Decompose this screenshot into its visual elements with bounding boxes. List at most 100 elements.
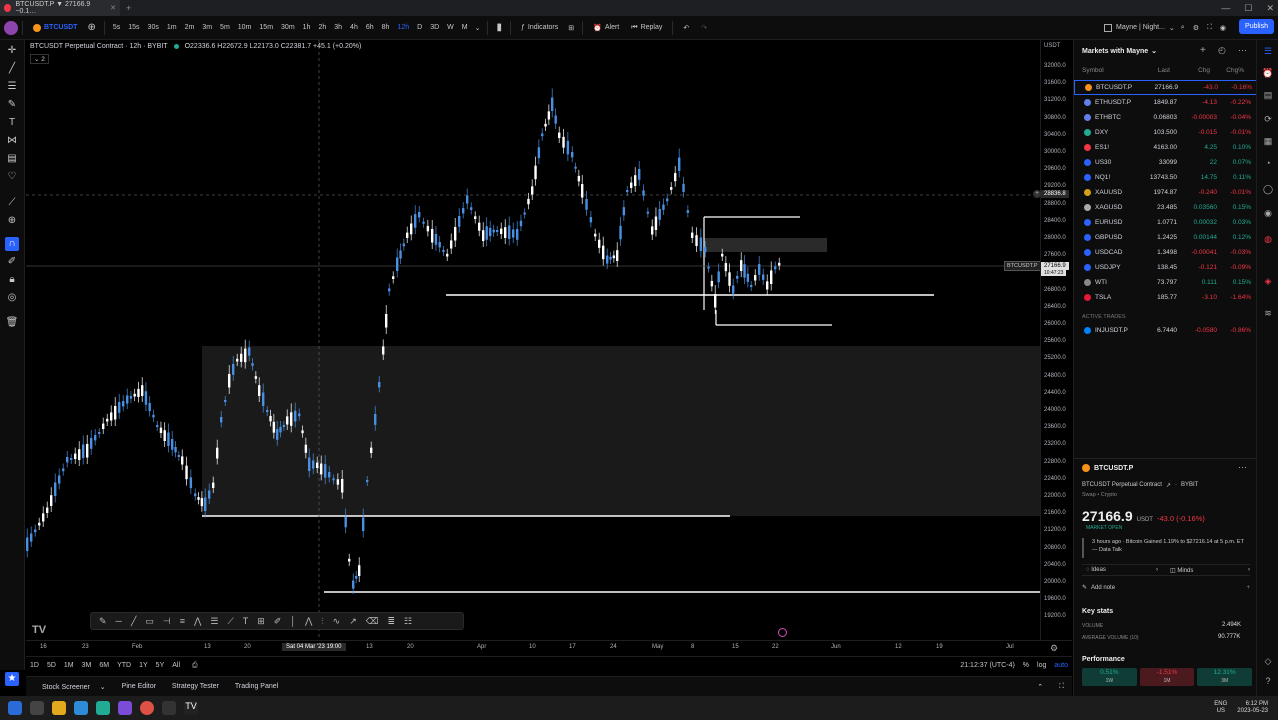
channel-icon[interactable]: ≡: [180, 616, 185, 626]
timeframe-5m[interactable]: 5m: [216, 24, 234, 31]
zoom-icon[interactable]: ⊕: [5, 214, 19, 228]
bars-pattern-icon[interactable]: ⫶: [321, 616, 323, 627]
timeframe-3h[interactable]: 3h: [330, 24, 346, 31]
settings-icon[interactable]: ⚙: [1050, 643, 1058, 654]
watchlist-row[interactable]: USDCAD 1.3498 -0.00041 -0.03%: [1074, 245, 1257, 260]
indicators-toggle[interactable]: ⌄ 2: [30, 54, 49, 64]
maximize-panel-icon[interactable]: ⛶: [1051, 683, 1072, 691]
collapse-panel-icon[interactable]: ⌃: [1029, 683, 1051, 691]
watchlist-row[interactable]: DXY 103.500 -0.015 -0.01%: [1074, 125, 1257, 140]
watchlist-row[interactable]: INJUSDT.P 6.7440 -0.0580 -0.86%: [1074, 323, 1257, 338]
undo-icon[interactable]: ↶: [677, 24, 695, 32]
file-explorer-icon[interactable]: [52, 701, 66, 715]
watchlist-row[interactable]: TSLA 185.77 -3.10 -1.64%: [1074, 290, 1257, 305]
range-5Y[interactable]: 5Y: [152, 662, 169, 669]
alert-button[interactable]: ⏰ Alert: [587, 24, 625, 32]
app-icon[interactable]: [162, 701, 176, 715]
watchlist-row[interactable]: XAGUSD 23.485 0.03560 0.15%: [1074, 200, 1257, 215]
discord-icon[interactable]: [118, 701, 132, 715]
elliott-icon[interactable]: ⋀: [305, 616, 312, 627]
details-more-icon[interactable]: ⋯: [1238, 462, 1247, 473]
timeframe-30m[interactable]: 30m: [277, 24, 299, 31]
timeframe-12h[interactable]: 12h: [393, 24, 413, 31]
text-icon[interactable]: T: [243, 616, 249, 626]
magnet-icon[interactable]: ∩: [5, 237, 19, 251]
crosshair-icon[interactable]: ✛: [5, 44, 19, 58]
range-6M[interactable]: 6M: [95, 662, 113, 669]
publish-button[interactable]: Publish: [1239, 19, 1274, 34]
vertical-line-icon[interactable]: │: [290, 616, 296, 626]
lock-icon[interactable]: 🔒︎: [5, 273, 19, 287]
trash-icon[interactable]: 🗑︎: [5, 316, 19, 330]
watchlist-row[interactable]: GBPUSD 1.2425 0.00144 0.12%: [1074, 230, 1257, 245]
close-window-icon[interactable]: ✕: [1266, 3, 1274, 14]
redo-icon[interactable]: ↷: [695, 24, 713, 32]
timeframe-dropdown-icon[interactable]: ⌄: [472, 24, 484, 32]
clock[interactable]: 21:12:37 (UTC-4): [956, 662, 1018, 669]
pattern-icon[interactable]: ⋈: [5, 134, 19, 148]
more-options-icon[interactable]: ⋯: [1238, 45, 1247, 56]
trendline-icon[interactable]: ╱: [131, 616, 136, 627]
percent-toggle[interactable]: %: [1019, 662, 1033, 669]
add-note-button[interactable]: ✎ Add note +: [1082, 584, 1250, 592]
watchlist-row[interactable]: ETHBTC 0.06803 -0.00003 -0.04%: [1074, 110, 1257, 125]
brush-icon[interactable]: ✎: [99, 616, 107, 627]
watchlist-layout-icon[interactable]: ◴: [1218, 45, 1226, 56]
pen-icon[interactable]: ✐: [274, 616, 282, 627]
watchlist-row[interactable]: NQ1! 13743.50 14.75 0.11%: [1074, 170, 1257, 185]
streams-icon[interactable]: ◈: [1262, 276, 1274, 288]
brush-icon[interactable]: ✎: [5, 98, 19, 112]
eraser-icon[interactable]: ⌫: [366, 616, 379, 627]
ideas-stream-icon[interactable]: ◔: [1262, 158, 1274, 170]
timeframe-15m[interactable]: 15m: [255, 24, 277, 31]
object-tree-icon[interactable]: ≋: [1262, 308, 1274, 320]
camera-icon[interactable]: ◉: [1220, 24, 1226, 32]
watchlist-row[interactable]: US30 33099 22 0.07%: [1074, 155, 1257, 170]
news-item[interactable]: 3 hours ago · Bitcoin Gained 1.19% to $2…: [1082, 538, 1250, 558]
minimize-icon[interactable]: —: [1221, 3, 1230, 13]
tab-pine-editor[interactable]: Pine Editor: [114, 683, 164, 690]
layout-dropdown-icon[interactable]: ⌄: [1169, 24, 1175, 32]
settings-icon[interactable]: ⚙: [1193, 24, 1199, 32]
price-axis-currency[interactable]: USDT: [1044, 43, 1060, 49]
help-icon[interactable]: ?: [1262, 676, 1274, 688]
range-3M[interactable]: 3M: [78, 662, 96, 669]
timeframe-1h[interactable]: 1h: [299, 24, 315, 31]
symbol-search-button[interactable]: BTCUSDT: [27, 23, 83, 32]
broadcast-icon[interactable]: ◍: [1262, 234, 1274, 246]
watchlist-row[interactable]: ES1! 4163.00 4.25 0.10%: [1074, 140, 1257, 155]
replay-button[interactable]: ⏮ Replay: [625, 24, 668, 32]
timeframe-8h[interactable]: 8h: [378, 24, 394, 31]
fib-icon[interactable]: ☰: [210, 616, 218, 627]
hotlist-icon[interactable]: ⟳: [1262, 114, 1274, 126]
search-icon[interactable]: ⌕: [1181, 24, 1185, 32]
range-YTD[interactable]: YTD: [113, 662, 135, 669]
timeframe-M[interactable]: M: [458, 24, 472, 31]
trendline-icon[interactable]: ╱: [5, 62, 19, 76]
new-tab-icon[interactable]: +: [126, 3, 131, 13]
performance-box[interactable]: 12.31% 3M: [1197, 668, 1253, 686]
app-icon[interactable]: [74, 701, 88, 715]
system-clock[interactable]: 6:12 PM 2023-05-23: [1237, 701, 1268, 715]
go-to-date-icon[interactable]: ⎙: [188, 662, 202, 670]
performance-box[interactable]: 0.51% 1W: [1082, 668, 1137, 686]
horizontal-lines-icon[interactable]: ☰: [5, 80, 19, 94]
ruler-icon[interactable]: ⟋: [5, 196, 19, 210]
notifications-icon[interactable]: ◉: [1262, 208, 1274, 220]
visibility-icon[interactable]: ◎: [5, 291, 19, 305]
language-indicator[interactable]: ENG US: [1214, 701, 1227, 715]
col-last[interactable]: Last: [1142, 67, 1170, 74]
panel-toggle-icon[interactable]: ◇: [1262, 656, 1274, 668]
watchlist-row[interactable]: ETHUSDT.P 1849.87 -4.13 -0.22%: [1074, 95, 1257, 110]
close-tab-icon[interactable]: ✕: [110, 4, 116, 12]
text-icon[interactable]: T: [5, 116, 19, 130]
chart-title[interactable]: BTCUSDT Perpetual Contract · 12h · BYBIT: [30, 43, 168, 50]
layout-checkbox[interactable]: [1104, 23, 1112, 32]
crosshair-plus-icon[interactable]: +: [1033, 190, 1041, 198]
chat-icon[interactable]: ◯: [1262, 184, 1274, 196]
app-icon[interactable]: [96, 701, 110, 715]
col-symbol[interactable]: Symbol: [1074, 67, 1142, 74]
indicators-button[interactable]: ƒ Indicators: [515, 24, 564, 31]
alerts-icon[interactable]: ⏰: [1262, 68, 1274, 80]
timeframe-30s[interactable]: 30s: [144, 24, 163, 31]
